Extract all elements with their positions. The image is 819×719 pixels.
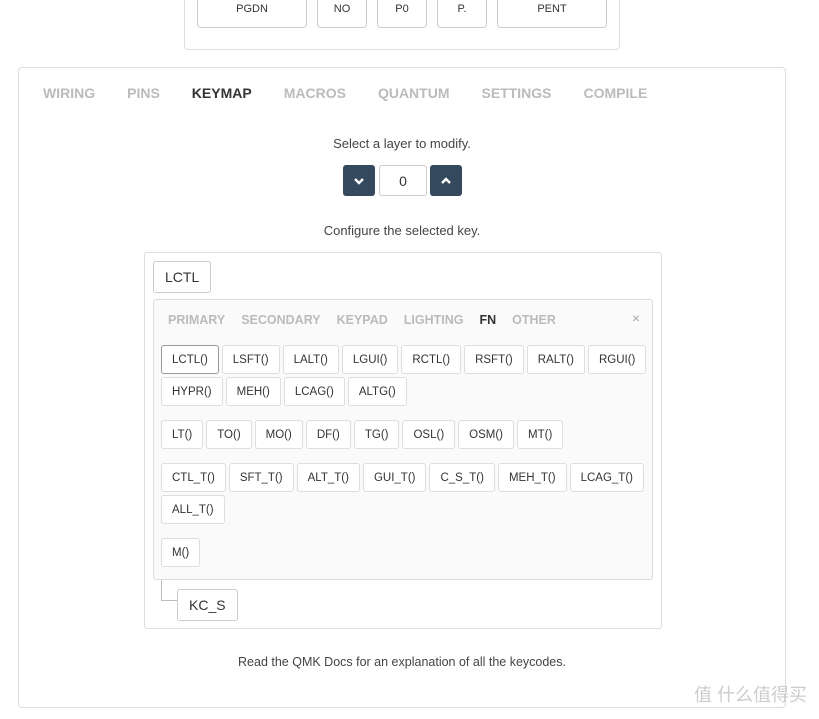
keycode-group: M() bbox=[161, 538, 647, 567]
keycode-button[interactable]: LSFT() bbox=[221, 345, 280, 374]
keycode-button[interactable]: ALTG() bbox=[347, 377, 407, 406]
tab-settings[interactable]: SETTINGS bbox=[481, 85, 551, 101]
keycode-button[interactable]: CTL_T() bbox=[161, 463, 226, 492]
keycode-button[interactable]: DF() bbox=[305, 420, 351, 449]
tab-pins[interactable]: PINS bbox=[127, 85, 160, 101]
tab-macros[interactable]: MACROS bbox=[284, 85, 346, 101]
layer-input[interactable] bbox=[379, 165, 427, 196]
chevron-up-icon bbox=[441, 176, 451, 184]
keycode-group: CTL_T() SFT_T() ALT_T() GUI_T() C_S_T() MEH_T… bbox=[161, 463, 647, 524]
key-no[interactable]: NO bbox=[317, 0, 367, 28]
keycode-button[interactable]: MEH() bbox=[225, 377, 281, 406]
key-p0[interactable]: P0 bbox=[377, 0, 427, 28]
keycode-picker: PRIMARY SECONDARY KEYPAD LIGHTING FN OTHER × … bbox=[153, 299, 653, 580]
key-pent[interactable]: PENT bbox=[497, 0, 607, 28]
keycode-button[interactable]: RGUI() bbox=[587, 345, 647, 374]
keycode-button[interactable]: ALL_T() bbox=[161, 495, 225, 524]
keycode-button[interactable]: MO() bbox=[254, 420, 303, 449]
tree-connector bbox=[161, 580, 177, 601]
picker-tab-primary[interactable]: PRIMARY bbox=[168, 313, 225, 327]
keycode-button[interactable]: M() bbox=[161, 538, 201, 567]
keycode-button[interactable]: C_S_T() bbox=[429, 463, 495, 492]
keycode-button[interactable]: MEH_T() bbox=[497, 463, 567, 492]
keycode-button[interactable]: LCAG() bbox=[283, 377, 345, 406]
chevron-down-icon bbox=[354, 177, 364, 185]
tab-keymap[interactable]: KEYMAP bbox=[192, 85, 252, 101]
tab-compile[interactable]: COMPILE bbox=[584, 85, 648, 101]
keycode-button[interactable]: LCTL() bbox=[161, 345, 219, 374]
picker-tab-other[interactable]: OTHER bbox=[512, 313, 556, 327]
top-keyboard-card: PGDN NO P0 P. PENT bbox=[184, 0, 620, 50]
key-pgdn[interactable]: PGDN bbox=[197, 0, 307, 28]
tab-quantum[interactable]: QUANTUM bbox=[378, 85, 450, 101]
keycode-group: LT() TO() MO() DF() TG() OSL() OSM() MT() bbox=[161, 420, 647, 449]
keycode-button[interactable]: HYPR() bbox=[161, 377, 223, 406]
layer-prompt: Select a layer to modify. bbox=[333, 136, 471, 151]
key-pdot[interactable]: P. bbox=[437, 0, 487, 28]
keycode-button[interactable]: TO() bbox=[206, 420, 252, 449]
keycode-button[interactable]: ALT_T() bbox=[296, 463, 360, 492]
keycode-button[interactable]: MT() bbox=[517, 420, 564, 449]
keycode-button[interactable]: RCTL() bbox=[401, 345, 462, 374]
keycode-button[interactable]: LCAG_T() bbox=[569, 463, 644, 492]
configurator-card: WIRING PINS KEYMAP MACROS QUANTUM SETTINGS COM… bbox=[18, 67, 786, 708]
keycode-groups: LCTL() LSFT() LALT() LGUI() RCTL() RSFT() RALT… bbox=[161, 345, 647, 581]
keycode-button[interactable]: LT() bbox=[161, 420, 204, 449]
close-icon[interactable]: × bbox=[632, 310, 640, 326]
configure-prompt: Configure the selected key. bbox=[323, 223, 481, 238]
keycode-button[interactable]: LALT() bbox=[282, 345, 339, 374]
keycode-button[interactable]: OSL() bbox=[402, 420, 456, 449]
picker-tab-keypad[interactable]: KEYPAD bbox=[337, 313, 388, 327]
picker-tabs: PRIMARY SECONDARY KEYPAD LIGHTING FN OTHER bbox=[168, 313, 556, 327]
child-key[interactable]: KC_S bbox=[177, 589, 238, 621]
picker-tab-lighting[interactable]: LIGHTING bbox=[404, 313, 464, 327]
keycode-group: LCTL() LSFT() LALT() LGUI() RCTL() RSFT() RALT… bbox=[161, 345, 647, 406]
keycode-button[interactable]: OSM() bbox=[458, 420, 515, 449]
keycode-button[interactable]: LGUI() bbox=[341, 345, 399, 374]
selected-key[interactable]: LCTL bbox=[153, 261, 212, 293]
keycode-button[interactable]: RALT() bbox=[526, 345, 585, 374]
layer-up-button[interactable] bbox=[430, 165, 462, 196]
watermark-logo: 值 什么值得买 bbox=[693, 685, 807, 705]
tab-wiring[interactable]: WIRING bbox=[43, 85, 95, 101]
key-editor: LCTL PRIMARY SECONDARY KEYPAD LIGHTING FN OTH… bbox=[144, 252, 662, 629]
keycode-button[interactable]: TG() bbox=[353, 420, 400, 449]
main-tabs: WIRING PINS KEYMAP MACROS QUANTUM SETTINGS COM… bbox=[43, 85, 647, 101]
picker-tab-fn[interactable]: FN bbox=[480, 313, 497, 327]
keycode-button[interactable]: GUI_T() bbox=[362, 463, 427, 492]
layer-down-button[interactable] bbox=[343, 165, 375, 196]
keycode-button[interactable]: SFT_T() bbox=[228, 463, 294, 492]
footer-note: Read the QMK Docs for an explanation of … bbox=[238, 655, 566, 669]
keycode-button[interactable]: RSFT() bbox=[464, 345, 524, 374]
picker-tab-secondary[interactable]: SECONDARY bbox=[241, 313, 320, 327]
